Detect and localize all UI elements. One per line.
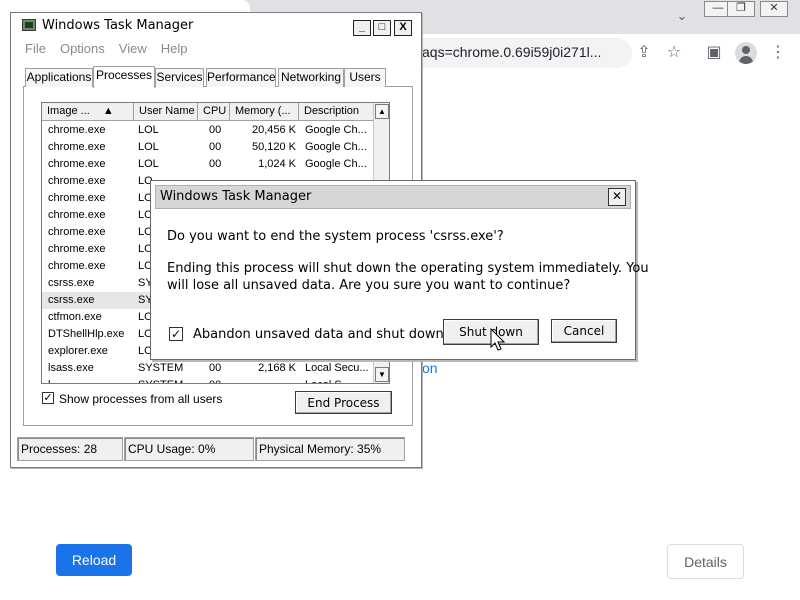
maximize-button[interactable]: □ [373, 20, 391, 36]
column-description[interactable]: Description [299, 103, 375, 121]
share-icon[interactable]: ⇪ [633, 42, 655, 64]
cell-description: Local S... [305, 377, 375, 383]
cell-user-name: LOL [138, 141, 159, 153]
tab-processes[interactable]: Processes [93, 66, 155, 88]
cell-cpu: 00 [209, 158, 222, 170]
table-row[interactable]: chrome.exe LOL 00 50,120 K Google Ch... [42, 139, 375, 156]
cell-cpu: 00 [209, 377, 229, 383]
table-row[interactable]: chrome.exe LOL 00 1,024 K Google Ch... [42, 156, 375, 173]
table-row[interactable]: chrome.exe LOL 00 20,456 K Google Ch... [42, 122, 375, 139]
bookmark-star-icon[interactable]: ☆ [663, 42, 685, 64]
abandon-data-checkbox[interactable]: ✓ [169, 327, 183, 341]
cell-cpu: 00 [209, 362, 222, 374]
tab-performance[interactable]: Performance [206, 68, 276, 87]
end-process-dialog: Windows Task Manager ✕ Do you want to en… [150, 180, 649, 360]
cell-image-name: chrome.exe [48, 243, 106, 255]
task-manager-app-icon [22, 19, 36, 31]
end-process-button[interactable]: End Process [295, 391, 392, 414]
cell-image-name: DTShellHlp.exe [48, 328, 125, 340]
table-row[interactable]: lsass.exe SYSTEM 00 2,168 K Local Secu... [42, 360, 375, 377]
cell-cpu: 00 [209, 124, 222, 136]
chrome-menu-icon[interactable]: ⋮ [767, 42, 789, 64]
cell-image-name: chrome.exe [48, 158, 106, 170]
cell-image-name: l... [48, 377, 134, 383]
show-all-users-label: Show processes from all users [59, 392, 223, 406]
menu-options[interactable]: Options [60, 41, 105, 56]
dialog-warning-line-2: will lose all unsaved data. Are you sure… [167, 278, 571, 293]
cell-image-name: chrome.exe [48, 141, 106, 153]
scroll-up-icon[interactable]: ▲ [375, 104, 389, 119]
cell-image-name: lsass.exe [48, 362, 94, 374]
task-manager-titlebar[interactable]: Windows Task Manager _ □ X [12, 14, 420, 38]
dialog-title: Windows Task Manager [160, 189, 312, 204]
cell-image-name: chrome.exe [48, 192, 106, 204]
dialog-question: Do you want to end the system process 'c… [167, 229, 504, 244]
menu-view[interactable]: View [119, 41, 147, 56]
cell-description: Google Ch... [305, 141, 367, 153]
show-all-users-checkbox[interactable]: ✓ [42, 392, 54, 404]
abandon-data-label: Abandon unsaved data and shut down. [193, 327, 448, 342]
tab-search-chevron-icon[interactable]: ⌄ [672, 6, 692, 26]
cell-description: Google Ch... [305, 124, 367, 136]
tab-services[interactable]: Services [155, 68, 204, 87]
page-link-fragment[interactable]: on [422, 360, 438, 376]
restore-icon[interactable]: ❐ [727, 1, 755, 17]
process-list-header: Image ... ▲ User Name CPU Memory (... De… [42, 103, 375, 121]
cancel-button[interactable]: Cancel [551, 319, 617, 343]
side-panel-icon[interactable]: ▣ [703, 42, 725, 64]
column-image-name[interactable]: Image ... ▲ [42, 103, 134, 121]
cell-image-name: chrome.exe [48, 209, 106, 221]
column-user-name[interactable]: User Name [134, 103, 198, 121]
menu-help[interactable]: Help [161, 41, 188, 56]
cell-cpu: 00 [209, 141, 222, 153]
tab-networking[interactable]: Networking [278, 68, 344, 87]
profile-avatar-icon[interactable] [735, 42, 757, 64]
cell-description: Google Ch... [305, 158, 367, 170]
table-row[interactable]: l... SYSTEM 00... Local S... [42, 377, 375, 383]
status-cpu-usage: CPU Usage: 0% [124, 437, 254, 461]
details-button[interactable]: Details [667, 544, 744, 579]
cell-image-name: ctfmon.exe [48, 311, 102, 323]
cell-memory: 50,120 K [251, 141, 296, 153]
column-memory[interactable]: Memory (... [230, 103, 299, 121]
dialog-warning-line-1: Ending this process will shut down the o… [167, 261, 649, 276]
column-cpu[interactable]: CPU [198, 103, 230, 121]
cell-image-name: csrss.exe [48, 294, 95, 306]
close-button[interactable]: X [394, 20, 412, 36]
dialog-titlebar[interactable]: Windows Task Manager ✕ [155, 185, 631, 209]
cell-user-name: LOL [138, 158, 159, 170]
close-icon[interactable]: ✕ [760, 1, 788, 17]
menu-file[interactable]: File [25, 41, 46, 56]
sort-ascending-icon: ▲ [102, 105, 114, 117]
tab-applications[interactable]: Applications [25, 68, 93, 87]
tab-users[interactable]: Users [344, 68, 386, 87]
cell-image-name: chrome.exe [48, 260, 106, 272]
mouse-pointer-icon [490, 328, 506, 351]
cell-memory: ... [232, 377, 296, 383]
cell-user-name: SYSTEM [138, 362, 184, 374]
cell-image-name: csrss.exe [48, 277, 95, 289]
status-physical-memory: Physical Memory: 35% [255, 437, 405, 461]
cell-image-name: explorer.exe [48, 345, 108, 357]
cell-user-name: SYSTEM [138, 377, 196, 383]
cell-image-name: chrome.exe [48, 226, 106, 238]
scroll-down-icon[interactable]: ▼ [375, 367, 389, 382]
cell-image-name: chrome.exe [48, 124, 106, 136]
reload-button[interactable]: Reload [56, 544, 132, 576]
cell-user-name: LOL [138, 124, 159, 136]
dialog-close-icon[interactable]: ✕ [608, 188, 626, 206]
cell-memory: 20,456 K [251, 124, 296, 136]
task-manager-menubar: File Options View Help [25, 41, 201, 56]
cell-memory: 1,024 K [258, 158, 296, 170]
cell-description: Local Secu... [305, 362, 369, 374]
cell-memory: 2,168 K [258, 362, 296, 374]
task-manager-title: Windows Task Manager [42, 18, 194, 33]
minimize-button[interactable]: _ [353, 20, 371, 36]
status-processes: Processes: 28 [17, 437, 123, 461]
address-bar-text: aqs=chrome.0.69i59j0i271l... [422, 44, 602, 60]
cell-image-name: chrome.exe [48, 175, 106, 187]
